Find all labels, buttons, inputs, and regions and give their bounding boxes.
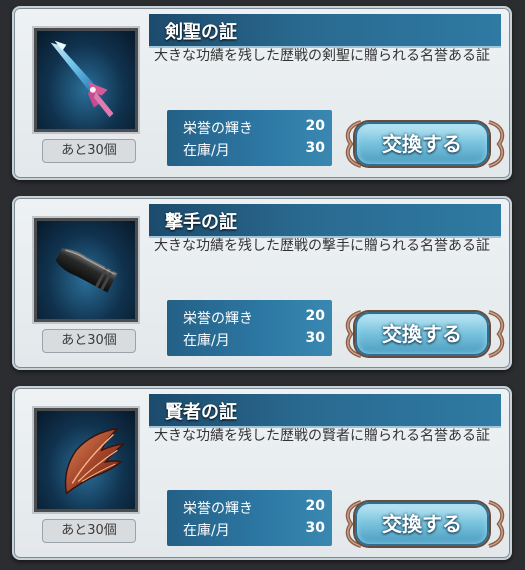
item-name: 賢者の証 xyxy=(165,402,237,423)
exchange-item-card: あと30個 剣聖の証 大きな功績を残した歴戦の剣聖に贈られる名誉ある証 栄誉の輝… xyxy=(12,6,512,180)
exchange-button[interactable]: 交換する xyxy=(355,502,489,546)
exchange-button-wrap: 交換する xyxy=(341,496,509,552)
item-title-bar: 剣聖の証 xyxy=(149,14,501,48)
stock-label: 在庫/月 xyxy=(183,143,230,159)
stock-value: 30 xyxy=(305,330,325,346)
cost-row: 栄誉の輝き 20 xyxy=(183,308,333,328)
item-description: 大きな功績を残した歴戦の撃手に贈られる名誉ある証 xyxy=(154,238,490,254)
stock-row: 在庫/月 30 xyxy=(183,520,333,540)
item-description: 大きな功績を残した歴戦の賢者に贈られる名誉ある証 xyxy=(154,428,490,444)
cost-value: 20 xyxy=(305,308,325,324)
item-name: 撃手の証 xyxy=(165,212,237,233)
exchange-item-card: あと30個 撃手の証 大きな功績を残した歴戦の撃手に贈られる名誉ある証 栄誉の輝… xyxy=(12,196,512,370)
item-thumbnail-frame xyxy=(32,26,140,134)
exchange-button[interactable]: 交換する xyxy=(355,122,489,166)
stock-value: 30 xyxy=(305,520,325,536)
item-name: 剣聖の証 xyxy=(165,22,237,43)
wing-icon xyxy=(37,411,135,509)
exchange-button[interactable]: 交換する xyxy=(355,312,489,356)
button-ornament-right-icon xyxy=(488,120,505,168)
stock-value: 30 xyxy=(305,140,325,156)
remaining-count: あと30個 xyxy=(42,329,136,353)
item-stats: 栄誉の輝き 20 在庫/月 30 xyxy=(167,300,332,356)
exchange-button-wrap: 交換する xyxy=(341,306,509,362)
item-description: 大きな功績を残した歴戦の剣聖に贈られる名誉ある証 xyxy=(154,48,490,64)
crystal-sword-icon xyxy=(37,31,135,129)
stock-label: 在庫/月 xyxy=(183,523,230,539)
button-ornament-right-icon xyxy=(488,310,505,358)
cost-value: 20 xyxy=(305,118,325,134)
cost-row: 栄誉の輝き 20 xyxy=(183,118,333,138)
stock-row: 在庫/月 30 xyxy=(183,140,333,160)
remaining-count: あと30個 xyxy=(42,139,136,163)
cost-row: 栄誉の輝き 20 xyxy=(183,498,333,518)
cost-value: 20 xyxy=(305,498,325,514)
stock-row: 在庫/月 30 xyxy=(183,330,333,350)
remaining-count: あと30個 xyxy=(42,519,136,543)
item-title-bar: 撃手の証 xyxy=(149,204,501,238)
bullet-icon xyxy=(37,221,135,319)
item-thumbnail-frame xyxy=(32,216,140,324)
item-title-bar: 賢者の証 xyxy=(149,394,501,428)
exchange-item-card: あと30個 賢者の証 大きな功績を残した歴戦の賢者に贈られる名誉ある証 栄誉の輝… xyxy=(12,386,512,560)
exchange-item-list: あと30個 剣聖の証 大きな功績を残した歴戦の剣聖に贈られる名誉ある証 栄誉の輝… xyxy=(0,0,525,570)
item-stats: 栄誉の輝き 20 在庫/月 30 xyxy=(167,110,332,166)
button-ornament-right-icon xyxy=(488,500,505,548)
exchange-button-wrap: 交換する xyxy=(341,116,509,172)
item-stats: 栄誉の輝き 20 在庫/月 30 xyxy=(167,490,332,546)
cost-label: 栄誉の輝き xyxy=(183,311,253,327)
cost-label: 栄誉の輝き xyxy=(183,121,253,137)
cost-label: 栄誉の輝き xyxy=(183,501,253,517)
item-thumbnail-frame xyxy=(32,406,140,514)
stock-label: 在庫/月 xyxy=(183,333,230,349)
